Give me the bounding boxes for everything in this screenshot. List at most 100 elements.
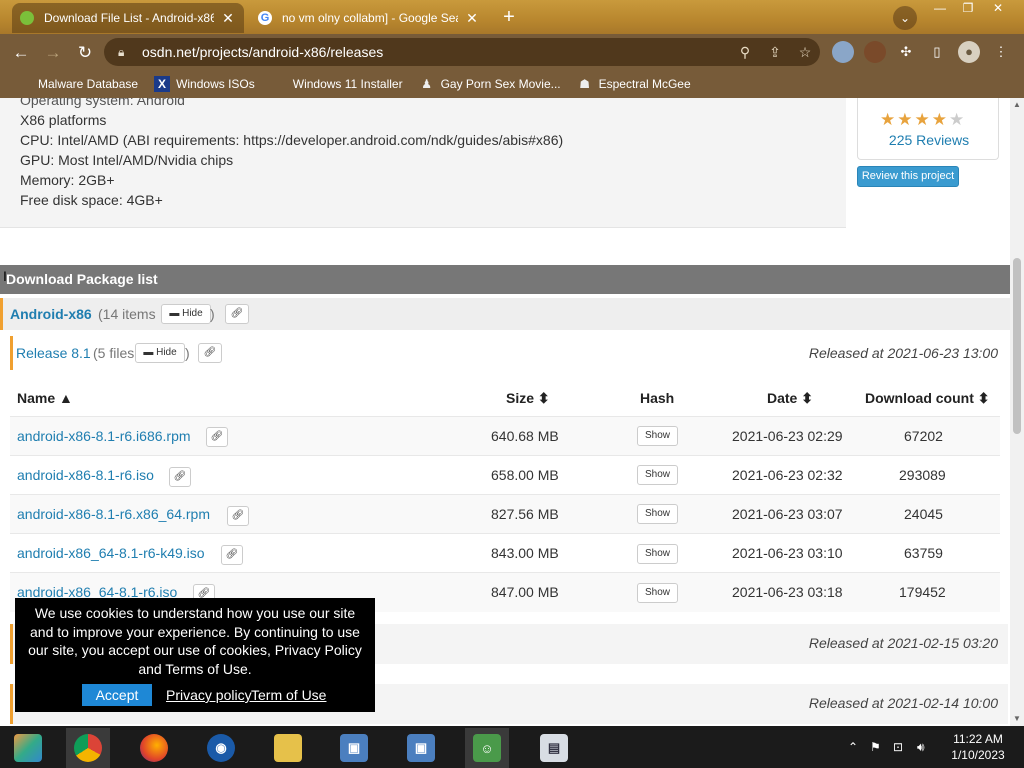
- show-hash-button[interactable]: Show: [637, 465, 678, 485]
- review-project-button[interactable]: Review this project: [857, 166, 959, 187]
- column-header-download-count[interactable]: Download count ⬍: [865, 390, 990, 407]
- requirement-line: Free disk space: 4GB+: [20, 192, 163, 208]
- bookmark-windows-isos[interactable]: X Windows ISOs: [154, 76, 255, 92]
- page-scrollbar[interactable]: ▲ ▼: [1010, 98, 1024, 726]
- taskbar-network-app-2[interactable]: ▣: [399, 728, 443, 768]
- bookmark-site[interactable]: ♟ Gay Porn Sex Movie...: [419, 76, 560, 92]
- star-rating-icon: ★★★★★: [880, 110, 967, 129]
- package-row: Android-x86 (14 items ▬ Hide ) 🔗︎: [0, 298, 1010, 330]
- link-icon[interactable]: 🔗︎: [206, 427, 228, 447]
- reviews-link[interactable]: 225 Reviews: [858, 132, 1000, 148]
- taskbar-app[interactable]: ◉: [199, 728, 243, 768]
- taskbar-file-explorer[interactable]: [266, 728, 310, 768]
- osdn-favicon-icon: [20, 11, 34, 25]
- close-window-button[interactable]: ✕: [984, 2, 1012, 16]
- file-name-link[interactable]: android-x86-8.1-r6.x86_64.rpm: [17, 506, 210, 522]
- link-icon[interactable]: 🔗︎: [227, 506, 249, 526]
- bookmark-star-icon[interactable]: ☆: [790, 44, 820, 61]
- link-icon[interactable]: 🔗︎: [221, 545, 243, 565]
- file-size: 827.56 MB: [491, 506, 559, 522]
- flag-icon[interactable]: ⚑: [870, 740, 881, 754]
- privacy-policy-link[interactable]: Privacy policy: [166, 687, 252, 703]
- computer-icon: ▣: [407, 734, 435, 762]
- users-icon: ☺: [473, 734, 501, 762]
- restore-button[interactable]: ❐: [954, 2, 982, 16]
- table-row: android-x86-8.1-r6.i686.rpm 🔗︎ 640.68 MB…: [10, 416, 1000, 455]
- taskbar-firefox[interactable]: [132, 728, 176, 768]
- bookmark-espectral-mcgee[interactable]: ☗ Espectral McGee: [577, 76, 690, 92]
- extensions-puzzle-icon[interactable]: ✣: [895, 41, 917, 63]
- taskbar-window-app[interactable]: ▤: [532, 728, 576, 768]
- browser-toolbar: ← → ↻ 🔒︎ osdn.net/projects/android-x86/r…: [0, 34, 1024, 70]
- extension-flag-icon[interactable]: [832, 41, 854, 63]
- package-name-link[interactable]: Android-x86: [10, 306, 92, 322]
- scrollbar-thumb[interactable]: [1013, 258, 1021, 434]
- column-header-name[interactable]: Name ▲: [17, 390, 73, 406]
- system-requirements-box: Operating system: Android X86 platforms …: [0, 98, 846, 228]
- clock-time: 11:22 AM: [953, 732, 1003, 746]
- start-button[interactable]: [6, 728, 50, 768]
- extension-avatar-icon[interactable]: [864, 41, 886, 63]
- show-hash-button[interactable]: Show: [637, 544, 678, 564]
- side-panel-icon[interactable]: ▯: [926, 41, 948, 63]
- zoom-search-icon[interactable]: ⚲: [730, 44, 760, 61]
- close-tab-icon[interactable]: ✕: [220, 10, 236, 27]
- folder-icon: [274, 734, 302, 762]
- column-header-date[interactable]: Date ⬍: [767, 390, 813, 407]
- menu-dots-icon[interactable]: ⋮: [990, 41, 1012, 63]
- computer-icon: ▣: [340, 734, 368, 762]
- file-name-link[interactable]: android-x86-8.1-r6.iso: [17, 467, 154, 483]
- rating-box: ★★★★★ 225 Reviews: [857, 98, 999, 160]
- requirement-line: Memory: 2GB+: [20, 172, 115, 188]
- close-tab-icon[interactable]: ✕: [464, 10, 480, 27]
- file-name-link[interactable]: android-x86-8.1-r6.i686.rpm: [17, 428, 191, 444]
- tab-search-button[interactable]: ⌄: [893, 6, 917, 30]
- link-icon[interactable]: 🔗︎: [169, 467, 191, 487]
- show-hash-button[interactable]: Show: [637, 504, 678, 524]
- tray-overflow-icon[interactable]: ⌃: [848, 740, 858, 754]
- table-row: android-x86-8.1-r6.x86_64.rpm 🔗︎ 827.56 …: [10, 494, 1000, 533]
- file-name-link[interactable]: android-x86_64-8.1-r6-k49.iso: [17, 545, 205, 561]
- link-icon[interactable]: 🔗︎: [198, 343, 222, 363]
- file-size: 847.00 MB: [491, 584, 559, 600]
- accept-cookies-button[interactable]: Accept: [82, 684, 152, 706]
- google-favicon-icon: G: [258, 11, 272, 25]
- release-name-link[interactable]: Release 8.1: [16, 345, 91, 361]
- profile-icon[interactable]: ●: [958, 41, 980, 63]
- scroll-up-icon[interactable]: ▲: [1013, 100, 1021, 109]
- tab-download-file-list[interactable]: Download File List - Android-x86 ✕: [12, 3, 244, 33]
- minimize-button[interactable]: —: [926, 2, 954, 16]
- show-hash-button[interactable]: Show: [637, 426, 678, 446]
- windows-start-icon: [14, 734, 42, 762]
- bookmark-blank-icon: [271, 76, 287, 92]
- network-icon[interactable]: ⊡: [893, 740, 903, 754]
- system-clock[interactable]: 11:22 AM 1/10/2023: [946, 731, 1010, 763]
- cookie-banner: We use cookies to understand how you use…: [15, 598, 375, 712]
- hide-release-button[interactable]: ▬ Hide: [135, 343, 185, 363]
- hide-package-button[interactable]: ▬ Hide: [161, 304, 211, 324]
- bookmark-malware-database[interactable]: Malware Database: [16, 76, 138, 92]
- tab-google-search[interactable]: G no vm olny collabm] - Google Sear ✕: [250, 3, 488, 33]
- new-tab-button[interactable]: +: [497, 6, 521, 30]
- url-text: osdn.net/projects/android-x86/releases: [142, 44, 384, 60]
- reload-button[interactable]: ↻: [72, 40, 98, 66]
- download-package-list-header: Download Package list: [0, 265, 1010, 294]
- bookmark-windows-11-installer[interactable]: Windows 11 Installer: [271, 76, 403, 92]
- link-icon[interactable]: 🔗︎: [225, 304, 249, 324]
- taskbar-network-app[interactable]: ▣: [332, 728, 376, 768]
- share-icon[interactable]: ⇪: [760, 44, 790, 61]
- paren-close: ): [210, 306, 215, 322]
- show-hash-button[interactable]: Show: [637, 583, 678, 603]
- terms-of-use-link[interactable]: Term of Use: [251, 687, 326, 703]
- table-row: android-x86_64-8.1-r6-k49.iso 🔗︎ 843.00 …: [10, 533, 1000, 572]
- taskbar-users-app[interactable]: ☺: [465, 728, 509, 768]
- volume-icon[interactable]: 🔊︎: [917, 740, 925, 755]
- scroll-down-icon[interactable]: ▼: [1013, 714, 1021, 723]
- column-header-size[interactable]: Size ⬍: [506, 390, 550, 407]
- cookie-text: We use cookies to understand how you use…: [28, 605, 362, 677]
- forward-button[interactable]: →: [40, 40, 66, 66]
- taskbar-chrome[interactable]: [66, 728, 110, 768]
- back-button[interactable]: ←: [8, 40, 34, 66]
- file-size: 658.00 MB: [491, 467, 559, 483]
- address-bar[interactable]: 🔒︎ osdn.net/projects/android-x86/release…: [104, 38, 820, 66]
